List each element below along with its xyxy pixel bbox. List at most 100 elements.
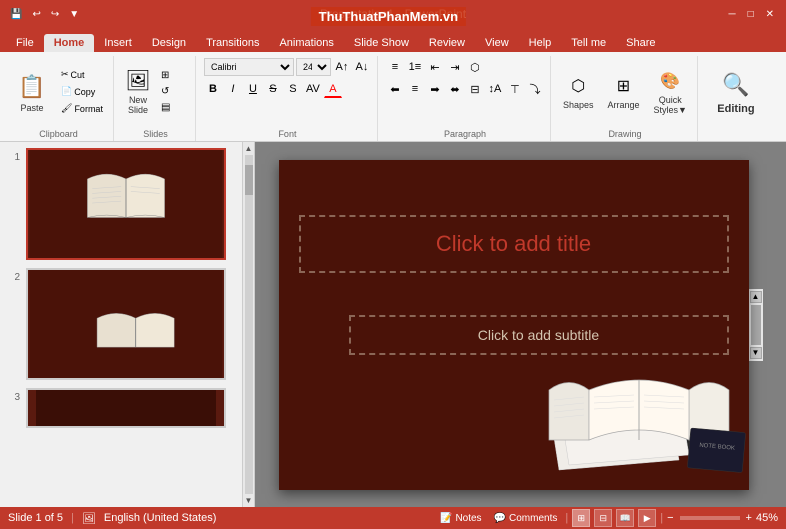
slide-info: Slide 1 of 5 (8, 512, 63, 524)
strikethrough-button[interactable]: S (264, 80, 282, 98)
reading-view-btn[interactable]: 📖 (616, 509, 634, 527)
statusbar-left: Slide 1 of 5 | 🖼 English (United States) (8, 512, 216, 525)
smartart-btn[interactable]: ⬡ (466, 58, 484, 76)
tab-view[interactable]: View (475, 34, 519, 52)
slide-img-1 (26, 148, 226, 260)
new-slide-icon: 🖼 (126, 69, 150, 93)
section-button[interactable]: ▤ (157, 100, 189, 115)
drawing-content: ⬡ Shapes ⊞ Arrange 🎨 QuickStyles▼ (559, 58, 691, 125)
para-row-2: ⬅ ≡ ➡ ⬌ ⊟ ↕A ⊤ ⤵ (386, 80, 544, 98)
status-divider-2: | (565, 512, 568, 524)
scroll-up-btn[interactable]: ▲ (750, 291, 762, 303)
normal-view-btn[interactable]: ⊞ (572, 509, 590, 527)
bold-button[interactable]: B (204, 80, 222, 98)
slide-num-3: 3 (6, 392, 20, 403)
undo-icon[interactable]: ↩ (30, 9, 42, 20)
panel-scroll-thumb[interactable] (245, 165, 253, 195)
paste-button[interactable]: 📋 Paste (10, 69, 54, 115)
copy-icon: 📄 (61, 86, 72, 97)
status-divider-3: | (660, 512, 663, 524)
text-direction-btn[interactable]: ↕A (486, 80, 504, 98)
italic-button[interactable]: I (224, 80, 242, 98)
save-icon[interactable]: 💾 (8, 9, 24, 20)
zoom-in-btn[interactable]: + (746, 512, 752, 524)
panel-scroll-down[interactable]: ▼ (245, 496, 253, 505)
tab-tellme[interactable]: Tell me (561, 34, 616, 52)
panel-scroll-up[interactable]: ▲ (245, 144, 253, 153)
paste-label: Paste (20, 103, 43, 113)
quick-styles-button[interactable]: 🎨 QuickStyles▼ (650, 67, 691, 117)
tab-design[interactable]: Design (142, 34, 196, 52)
clipboard-content: 📋 Paste ✂Cut 📄Copy 🖌Format (10, 58, 107, 125)
tab-home[interactable]: Home (44, 34, 95, 52)
tab-review[interactable]: Review (419, 34, 475, 52)
para-row-1: ≡ 1≡ ⇤ ⇥ ⬡ (386, 58, 484, 76)
slide-thumb-3[interactable]: 3 (4, 386, 238, 430)
underline-button[interactable]: U (244, 80, 262, 98)
slide-num-2: 2 (6, 272, 20, 283)
arrange-icon: ⊞ (612, 74, 636, 98)
section-icon: ▤ (161, 102, 170, 113)
justify-btn[interactable]: ⬌ (446, 80, 464, 98)
ribbon: 📋 Paste ✂Cut 📄Copy 🖌Format Clipboard 🖼 (0, 52, 786, 142)
slide-thumb-1[interactable]: 1 (4, 146, 238, 262)
title-placeholder[interactable]: Click to add title (299, 215, 729, 273)
notes-icon: 📝 (440, 513, 452, 524)
format-painter-button[interactable]: 🖌Format (57, 101, 107, 116)
zoom-out-btn[interactable]: − (667, 512, 673, 524)
copy-button[interactable]: 📄Copy (57, 84, 107, 99)
slideshow-view-btn[interactable]: ▶ (638, 509, 656, 527)
convert-smartart-btn[interactable]: ⤵ (526, 80, 544, 98)
font-family-select[interactable]: Calibri (204, 58, 294, 76)
arrange-button[interactable]: ⊞ Arrange (603, 72, 643, 112)
notes-button[interactable]: 📝 Notes (436, 513, 486, 524)
editing-button[interactable]: 🔍 Editing (706, 65, 766, 119)
align-text-btn[interactable]: ⊤ (506, 80, 524, 98)
align-left-btn[interactable]: ⬅ (386, 80, 404, 98)
tab-slideshow[interactable]: Slide Show (344, 34, 419, 52)
decrease-indent-btn[interactable]: ⇤ (426, 58, 444, 76)
status-divider-1: | (71, 512, 74, 524)
paragraph-label: Paragraph (380, 129, 550, 139)
slide-sorter-btn[interactable]: ⊟ (594, 509, 612, 527)
shadow-button[interactable]: S (284, 80, 302, 98)
reset-button[interactable]: ↺ (157, 84, 189, 99)
redo-icon[interactable]: ↪ (49, 9, 61, 20)
tab-share[interactable]: Share (616, 34, 665, 52)
font-label: Font (198, 129, 377, 139)
numbering-btn[interactable]: 1≡ (406, 58, 424, 76)
increase-indent-btn[interactable]: ⇥ (446, 58, 464, 76)
align-right-btn[interactable]: ➡ (426, 80, 444, 98)
columns-btn[interactable]: ⊟ (466, 80, 484, 98)
ribbon-group-drawing: ⬡ Shapes ⊞ Arrange 🎨 QuickStyles▼ Drawin… (553, 56, 698, 141)
comments-button[interactable]: 💬 Comments (490, 513, 562, 524)
tab-insert[interactable]: Insert (94, 34, 142, 52)
tab-animations[interactable]: Animations (269, 34, 343, 52)
canvas-book-decoration: NOTE BOOK (529, 330, 759, 490)
align-center-btn[interactable]: ≡ (406, 80, 424, 98)
increase-font-btn[interactable]: A↑ (333, 58, 351, 76)
close-btn[interactable]: ✕ (762, 9, 778, 20)
bullets-btn[interactable]: ≡ (386, 58, 404, 76)
font-size-select[interactable]: 24 (296, 58, 331, 76)
char-spacing-btn[interactable]: AV (304, 80, 322, 98)
zoom-level: 45% (756, 512, 778, 524)
shapes-button[interactable]: ⬡ Shapes (559, 72, 598, 112)
decrease-font-btn[interactable]: A↓ (353, 58, 371, 76)
tab-help[interactable]: Help (519, 34, 562, 52)
cut-button[interactable]: ✂Cut (57, 67, 107, 82)
shapes-label: Shapes (563, 100, 594, 110)
layout-button[interactable]: ⊞ (157, 68, 189, 83)
paragraph-content: ≡ 1≡ ⇤ ⇥ ⬡ ⬅ ≡ ➡ ⬌ ⊟ ↕A ⊤ ⤵ (386, 58, 544, 127)
zoom-slider[interactable] (680, 516, 740, 520)
tab-transitions[interactable]: Transitions (196, 34, 269, 52)
slide-thumb-2[interactable]: 2 (4, 266, 238, 382)
tab-file[interactable]: File (6, 34, 44, 52)
new-slide-button[interactable]: 🖼 NewSlide (122, 67, 154, 117)
reset-icon: ↺ (161, 86, 169, 97)
maximize-btn[interactable]: □ (744, 9, 758, 20)
notes-label: Notes (455, 513, 481, 524)
font-color-btn[interactable]: A (324, 80, 342, 98)
minimize-btn[interactable]: ─ (724, 9, 739, 20)
customize-icon[interactable]: ▼ (67, 9, 81, 20)
